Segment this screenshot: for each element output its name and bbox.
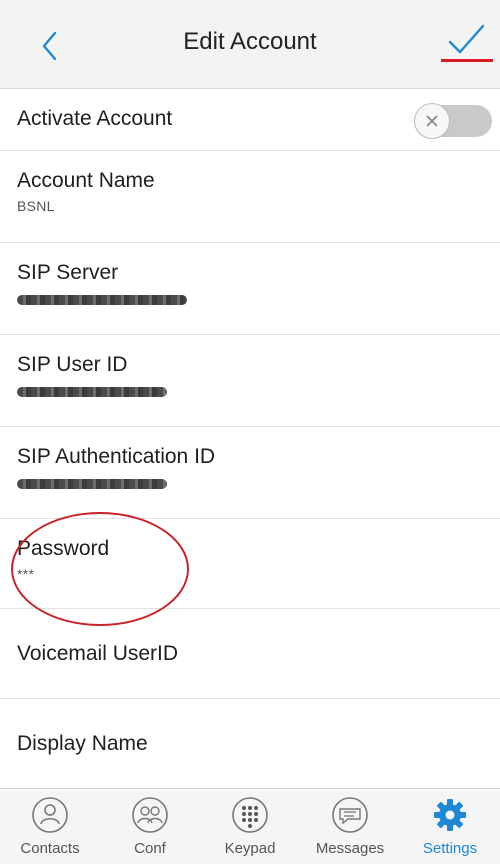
sip-server-label: SIP Server [17, 261, 119, 284]
save-button[interactable] [446, 22, 492, 72]
sip-auth-id-row[interactable]: SIP Authentication ID [0, 427, 500, 519]
tab-settings-label: Settings [422, 840, 478, 857]
sip-auth-id-value-redacted [17, 479, 167, 489]
tab-messages-label: Messages [315, 840, 385, 857]
activate-account-toggle[interactable] [414, 103, 492, 139]
sip-auth-id-label: SIP Authentication ID [17, 445, 216, 468]
page-title: Edit Account [183, 28, 317, 55]
sip-user-id-label: SIP User ID [17, 353, 128, 376]
account-name-label: Account Name [17, 169, 155, 192]
keypad-icon [230, 795, 270, 835]
activate-account-row: Activate Account [0, 89, 500, 151]
checkmark-icon [448, 24, 485, 54]
conference-icon [130, 795, 170, 835]
password-label: Password [17, 537, 110, 560]
toggle-off-knob [414, 103, 450, 139]
save-annotation-underline [441, 59, 493, 62]
contacts-icon [30, 795, 70, 835]
account-name-value: BSNL [17, 198, 55, 214]
sip-server-row[interactable]: SIP Server [0, 243, 500, 335]
display-name-row[interactable]: Display Name [0, 699, 500, 779]
account-name-row[interactable]: Account Name BSNL [0, 151, 500, 243]
tab-keypad-label: Keypad [224, 840, 276, 857]
account-settings-list: Activate Account Account Name BSNL SIP S… [0, 89, 500, 779]
password-row[interactable]: Password *** [0, 519, 500, 609]
sip-user-id-row[interactable]: SIP User ID [0, 335, 500, 427]
tab-contacts[interactable]: Contacts [0, 789, 100, 864]
bottom-tab-bar: Contacts Conf Keypad Messages Settings [0, 788, 500, 864]
sip-server-value-redacted [17, 295, 187, 305]
voicemail-userid-row[interactable]: Voicemail UserID [0, 609, 500, 699]
messages-icon [330, 795, 370, 835]
tab-contacts-label: Contacts [20, 840, 80, 857]
tab-keypad[interactable]: Keypad [200, 789, 300, 864]
x-icon [426, 115, 438, 127]
tab-conf-label: Conf [134, 840, 166, 857]
settings-gear-icon [430, 795, 470, 835]
tab-messages[interactable]: Messages [300, 789, 400, 864]
sip-user-id-value-redacted [17, 387, 167, 397]
password-value: *** [17, 566, 35, 582]
voicemail-userid-label: Voicemail UserID [17, 642, 179, 665]
tab-settings[interactable]: Settings [400, 789, 500, 864]
top-app-bar: Edit Account [0, 0, 500, 89]
tab-conf[interactable]: Conf [100, 789, 200, 864]
display-name-label: Display Name [17, 732, 148, 755]
